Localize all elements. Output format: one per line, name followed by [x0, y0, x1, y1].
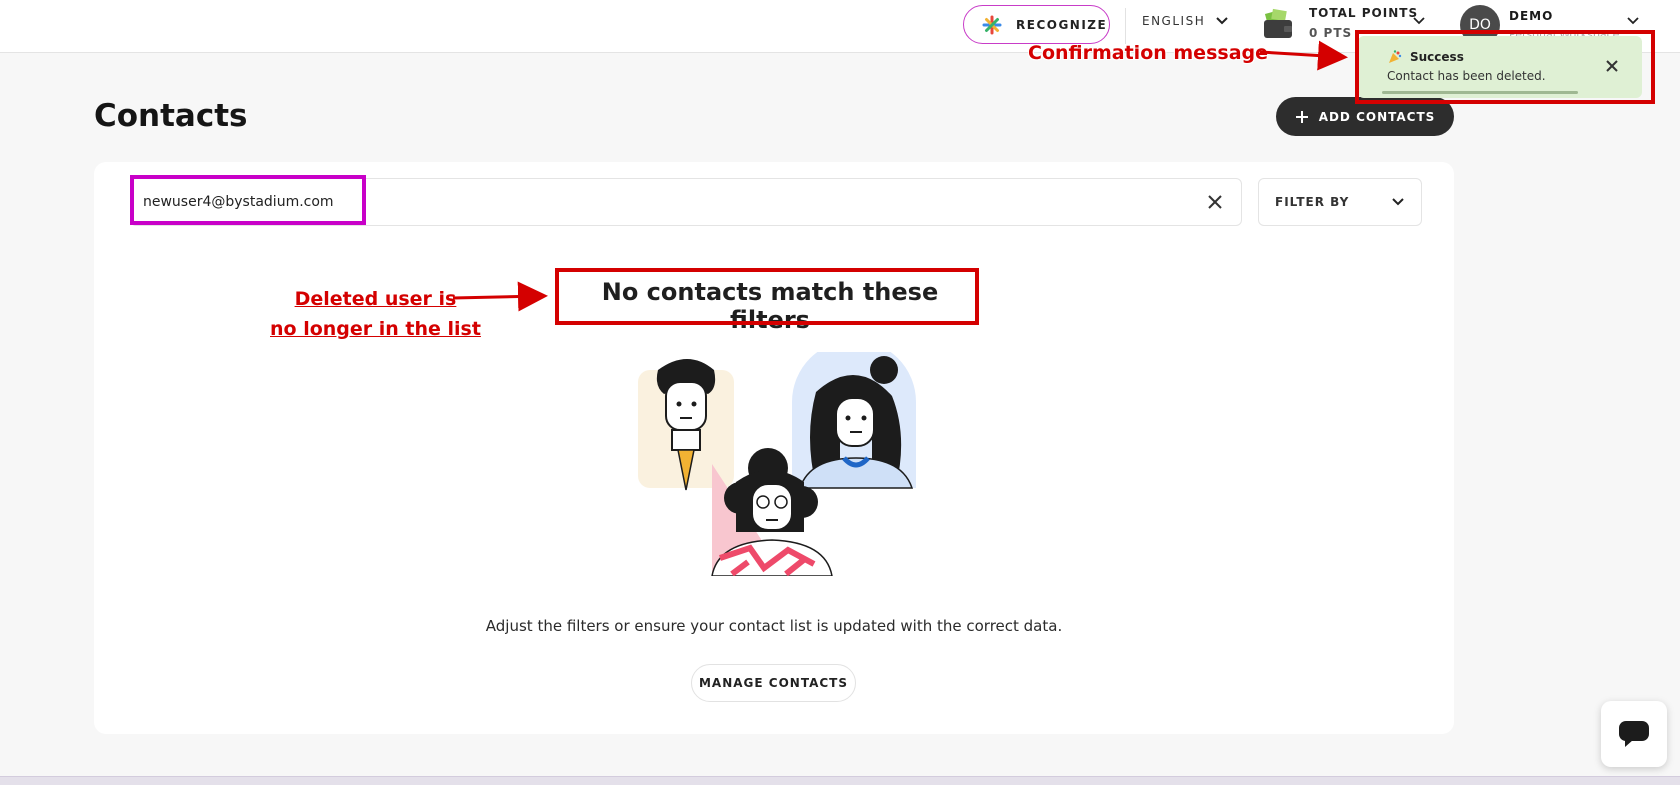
empty-state-description: Adjust the filters or ensure your contac…	[485, 617, 1063, 635]
recognize-label: RECOGNIZE	[1016, 17, 1108, 32]
page-title: Contacts	[94, 98, 248, 134]
chevron-down-icon[interactable]	[1412, 16, 1426, 26]
annotation-box-empty-title	[555, 268, 979, 325]
people-illustration	[638, 352, 916, 576]
chevron-down-icon[interactable]	[1626, 16, 1640, 26]
language-label: ENGLISH	[1142, 14, 1206, 28]
manage-contacts-button[interactable]: MANAGE CONTACTS	[691, 664, 856, 702]
plus-icon	[1295, 110, 1308, 123]
filter-label: FILTER BY	[1275, 195, 1350, 209]
clear-icon[interactable]	[1205, 192, 1225, 212]
chat-bubble-icon	[1619, 721, 1649, 747]
annotation-confirmation-label: Confirmation message	[1028, 42, 1268, 64]
sparkle-icon	[982, 15, 1002, 34]
annotation-box-search	[130, 175, 366, 225]
annotation-deleted-line1: Deleted user is	[294, 288, 457, 310]
filter-dropdown[interactable]: FILTER BY	[1258, 178, 1422, 226]
points-label: TOTAL POINTS	[1309, 6, 1419, 20]
chevron-down-icon	[1392, 198, 1404, 206]
chat-widget-button[interactable]	[1601, 701, 1667, 767]
bottom-border	[0, 776, 1680, 785]
add-contacts-label: ADD CONTACTS	[1318, 109, 1436, 124]
user-name: DEMO	[1509, 9, 1554, 23]
chevron-down-icon	[1216, 17, 1228, 25]
annotation-deleted-line2: no longer in the list	[270, 318, 481, 340]
annotation-box-toast	[1355, 30, 1655, 104]
recognize-button[interactable]: RECOGNIZE	[963, 5, 1110, 44]
annotation-deleted-label: Deleted user is no longer in the list	[270, 284, 481, 344]
wallet-icon	[1264, 8, 1292, 38]
language-selector[interactable]: ENGLISH	[1142, 14, 1229, 28]
header-divider	[1125, 8, 1126, 44]
